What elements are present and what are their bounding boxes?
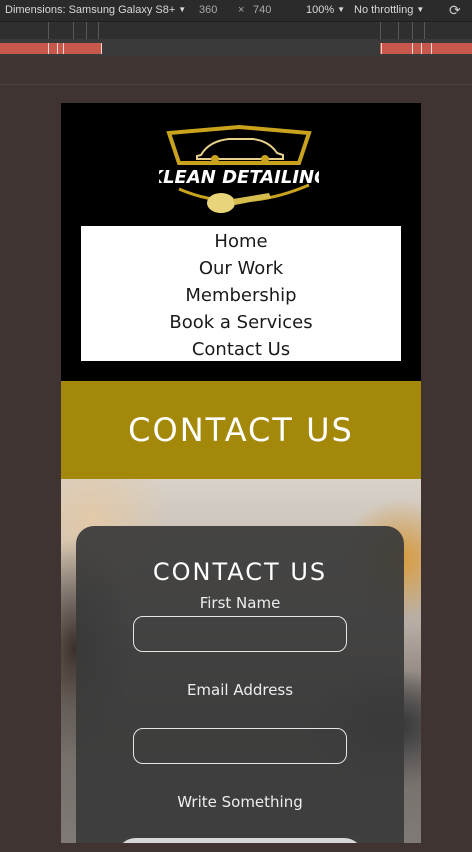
- klean-detailing-logo[interactable]: KLEAN DETAILING: [159, 125, 319, 221]
- ruler-tick: [398, 22, 399, 39]
- ruler-tick: [86, 22, 87, 39]
- mq-line: [431, 43, 432, 54]
- mq-line: [48, 43, 49, 54]
- throttling-label: No throttling: [354, 4, 414, 16]
- site-header: KLEAN DETAILING Home Our Work Membership…: [61, 103, 421, 381]
- main-nav: Home Our Work Membership Book a Services…: [81, 226, 401, 361]
- chevron-down-icon: ▼: [416, 5, 425, 14]
- ruler-tick: [380, 22, 381, 39]
- nav-book-services[interactable]: Book a Services: [81, 309, 401, 336]
- zoom-select[interactable]: 100% ▼: [306, 4, 345, 16]
- mq-line: [381, 43, 382, 54]
- viewport-width-input[interactable]: 360: [199, 4, 217, 16]
- hero-background-photo: CONTACT US First Name Email Address Writ…: [61, 479, 421, 843]
- device-viewport: KLEAN DETAILING Home Our Work Membership…: [61, 103, 421, 843]
- page-title: CONTACT US: [128, 411, 354, 449]
- logo-shield: [166, 125, 312, 165]
- ruler-tick: [412, 22, 413, 39]
- nav-membership[interactable]: Membership: [81, 282, 401, 309]
- email-label: Email Address: [186, 681, 294, 699]
- mq-line: [57, 43, 58, 54]
- polisher-icon: [207, 193, 235, 213]
- message-textarea[interactable]: [116, 838, 364, 843]
- message-label: Write Something: [177, 793, 303, 811]
- ruler-tick: [98, 22, 99, 39]
- form-title: CONTACT US: [152, 558, 328, 586]
- nav-home[interactable]: Home: [81, 228, 401, 255]
- rotate-icon[interactable]: ⟳: [449, 2, 461, 19]
- ruler-divider: [0, 84, 472, 85]
- chevron-down-icon: ▼: [178, 5, 187, 14]
- media-query-left[interactable]: [0, 43, 102, 54]
- nav-contact-us[interactable]: Contact Us: [81, 336, 401, 363]
- car-wheel-icon: [261, 155, 269, 163]
- first-name-input[interactable]: [133, 616, 347, 652]
- mq-line: [421, 43, 422, 54]
- throttling-select[interactable]: No throttling ▼: [354, 4, 424, 16]
- devtools-device-toolbar: Dimensions: Samsung Galaxy S8+ ▼ 360 × 74…: [0, 0, 472, 22]
- car-icon: [196, 138, 284, 160]
- dimension-separator: ×: [238, 4, 245, 16]
- polisher-handle: [233, 193, 271, 205]
- ruler-tick: [48, 22, 49, 39]
- mq-line: [412, 43, 413, 54]
- nav-our-work[interactable]: Our Work: [81, 255, 401, 282]
- media-query-right[interactable]: [380, 43, 472, 54]
- contact-form-card: CONTACT US First Name Email Address Writ…: [76, 526, 404, 843]
- logo-text: KLEAN DETAILING: [159, 167, 319, 188]
- ruler-tick: [424, 22, 425, 39]
- ruler-tick: [73, 22, 74, 39]
- viewport-height-input[interactable]: 740: [253, 4, 271, 16]
- zoom-label: 100%: [306, 4, 335, 16]
- device-dimensions-select[interactable]: Dimensions: Samsung Galaxy S8+ ▼: [5, 4, 186, 16]
- mq-line: [101, 43, 102, 54]
- ruler-top: [0, 22, 472, 39]
- mq-line: [63, 43, 64, 54]
- page-title-banner: CONTACT US: [61, 381, 421, 479]
- email-input[interactable]: [133, 728, 347, 764]
- chevron-down-icon: ▼: [337, 5, 346, 14]
- device-dimensions-label: Dimensions: Samsung Galaxy S8+: [5, 4, 176, 16]
- first-name-label: First Name: [199, 594, 281, 612]
- car-wheel-icon: [211, 155, 219, 163]
